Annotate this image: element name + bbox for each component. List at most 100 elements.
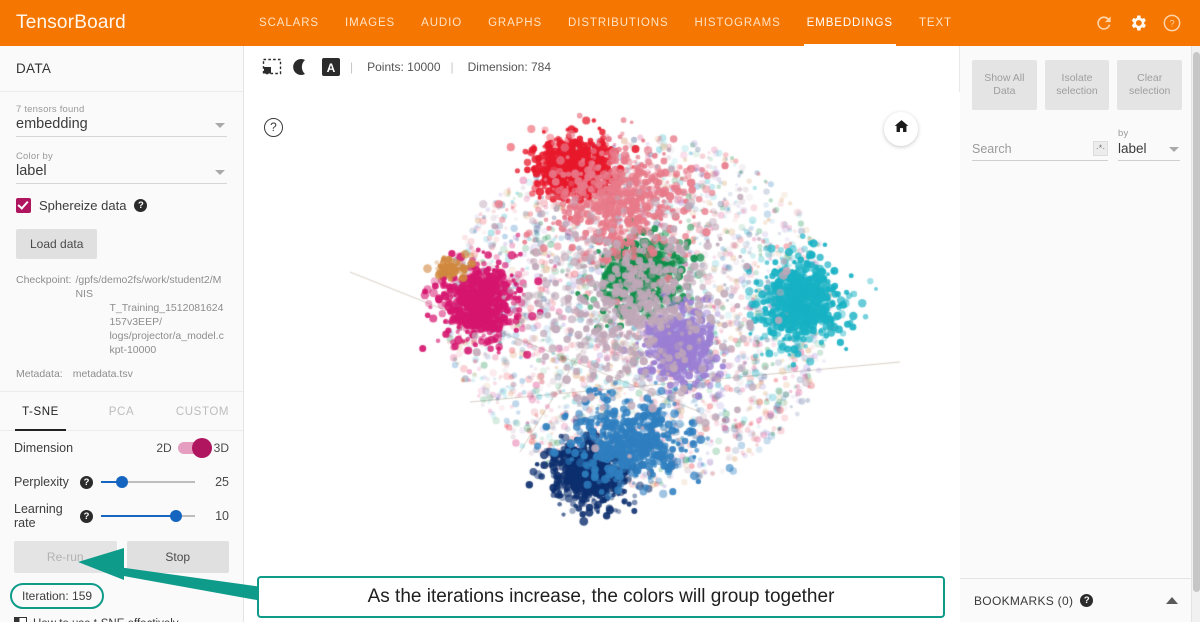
app-brand-title: TensorBoard <box>16 12 126 33</box>
help-icon[interactable]: ? <box>134 199 148 212</box>
search-by-block: by label <box>1118 128 1180 161</box>
top-app-bar: TensorBoard SCALARS IMAGES AUDIO GRAPHS DIST… <box>0 0 1200 46</box>
viz-toolbar: A | Points: 10000 | Dimension: 784 <box>244 46 959 78</box>
annotation-callout: As the iterations increase, the colors w… <box>257 576 945 618</box>
data-section-header: DATA <box>0 46 243 92</box>
bookmarks-bar[interactable]: BOOKMARKS (0) ? <box>960 578 1192 622</box>
projection-tabs: T-SNE PCA CUSTOM <box>0 391 243 431</box>
iteration-counter: Iteration: 159 <box>10 583 105 609</box>
lasso-select-icon[interactable] <box>262 57 282 77</box>
nav-tab-histograms[interactable]: HISTOGRAMS <box>682 0 794 46</box>
nav-tab-text[interactable]: TEXT <box>906 0 965 46</box>
color-by-select[interactable]: label <box>16 163 227 184</box>
sphereize-row: Sphereize data ? <box>16 198 227 213</box>
dimension-toggle[interactable] <box>177 438 212 458</box>
embedding-scatter-plot[interactable] <box>244 92 960 622</box>
page-scrollbar[interactable] <box>1191 46 1200 622</box>
tensors-found-label: 7 tensors found <box>16 104 85 115</box>
nav-tab-distributions[interactable]: DISTRIBUTIONS <box>555 0 682 46</box>
show-all-data-button[interactable]: Show All Data <box>972 60 1037 110</box>
chevron-up-icon[interactable] <box>1166 597 1178 604</box>
visualization-panel: A | Points: 10000 | Dimension: 784 ? <box>244 46 960 622</box>
color-by-label: Color by <box>16 151 53 162</box>
perplexity-label: Perplexity <box>14 475 69 489</box>
home-icon <box>893 118 910 140</box>
search-input[interactable] <box>972 141 1093 156</box>
sphereize-checkbox[interactable] <box>16 198 31 213</box>
load-data-button[interactable]: Load data <box>16 229 98 259</box>
checkpoint-key: Checkpoint: <box>16 274 72 286</box>
howto-tsne-link[interactable]: How to use t-SNE effectively. <box>33 618 181 622</box>
nav-tab-scalars[interactable]: SCALARS <box>246 0 332 46</box>
nav-tab-audio[interactable]: AUDIO <box>408 0 475 46</box>
book-icon <box>14 617 27 622</box>
chevron-down-icon <box>215 170 225 175</box>
metadata-key: Metadata: <box>16 368 63 380</box>
search-field[interactable]: ·*· <box>972 141 1108 161</box>
help-icon[interactable]: ? <box>80 509 93 523</box>
gear-icon[interactable] <box>1128 13 1148 33</box>
dimension-count-text: Dimension: 784 <box>467 60 552 74</box>
rerun-button[interactable]: Re-run <box>14 541 117 573</box>
viz-help-icon[interactable]: ? <box>264 118 283 137</box>
points-count-text: Points: 10000 <box>367 60 441 74</box>
learning-rate-value: 10 <box>215 509 229 523</box>
main-nav-tabs: SCALARS IMAGES AUDIO GRAPHS DISTRIBUTIONS HIS… <box>246 0 1094 46</box>
clear-selection-button[interactable]: Clear selection <box>1117 60 1183 110</box>
tensor-select-value: embedding <box>16 116 88 132</box>
nav-tab-graphs[interactable]: GRAPHS <box>475 0 555 46</box>
dimension-control: Dimension 2D 3D <box>0 431 243 465</box>
chevron-down-icon <box>1169 147 1179 152</box>
bookmarks-label: BOOKMARKS (0) <box>974 593 1074 608</box>
search-by-label: by <box>1118 128 1129 139</box>
checkpoint-metadata: Checkpoint: /gpfs/demo2fs/work/student2/… <box>16 273 227 381</box>
tsne-action-buttons: Re-run Stop <box>0 533 243 573</box>
search-by-value: label <box>1118 141 1147 156</box>
dimension-label: Dimension <box>14 441 74 455</box>
checkpoint-value: /gpfs/demo2fs/work/student2/MNIS T_Train… <box>75 274 224 356</box>
scatter-canvas-area[interactable]: ? <box>244 92 960 622</box>
stop-button[interactable]: Stop <box>126 541 229 573</box>
nav-tab-embeddings[interactable]: EMBEDDINGS <box>794 0 906 46</box>
learning-rate-slider[interactable] <box>101 509 195 523</box>
scrollbar-thumb[interactable] <box>1193 52 1200 592</box>
sphereize-label: Sphereize data <box>39 198 127 213</box>
nav-tab-images[interactable]: IMAGES <box>332 0 408 46</box>
top-bar-icons: ? <box>1094 13 1182 33</box>
search-by-select[interactable]: label <box>1118 141 1180 161</box>
projection-tab-custom[interactable]: CUSTOM <box>162 392 243 430</box>
help-icon[interactable]: ? <box>1162 13 1182 33</box>
search-row: ·*· by label <box>960 110 1192 161</box>
right-panel: Show All Data Isolate selection Clear selecti… <box>960 46 1192 622</box>
slider-knob[interactable] <box>170 510 183 522</box>
label-mode-icon[interactable]: A <box>322 58 340 76</box>
svg-text:?: ? <box>1169 19 1174 30</box>
refresh-icon[interactable] <box>1094 13 1114 33</box>
reset-view-home-button[interactable] <box>884 112 918 146</box>
left-sidebar: DATA 7 tensors found embedding Color by … <box>0 46 244 622</box>
isolate-selection-button[interactable]: Isolate selection <box>1044 60 1110 110</box>
night-mode-icon[interactable] <box>292 57 312 77</box>
learning-rate-label: Learning rate <box>14 502 63 530</box>
slider-knob[interactable] <box>115 476 128 488</box>
projection-tab-pca[interactable]: PCA <box>81 392 162 430</box>
tensor-select[interactable]: embedding <box>16 116 227 137</box>
toolbar-separator-1: | <box>350 60 354 74</box>
perplexity-slider[interactable] <box>101 475 195 489</box>
chevron-down-icon <box>215 123 225 128</box>
perplexity-control: Perplexity ? 25 <box>0 465 243 499</box>
dimension-2d-label[interactable]: 2D <box>156 441 171 455</box>
perplexity-value: 25 <box>215 475 229 489</box>
dimension-3d-label[interactable]: 3D <box>214 441 229 455</box>
regex-toggle-icon[interactable]: ·*· <box>1093 141 1108 156</box>
help-icon[interactable]: ? <box>1080 594 1094 607</box>
color-by-value: label <box>16 163 47 179</box>
howto-row: How to use t-SNE effectively. <box>0 609 243 622</box>
toggle-knob <box>191 438 212 458</box>
projection-tab-t-sne[interactable]: T-SNE <box>0 392 81 431</box>
learning-rate-control: Learning rate ? 10 <box>0 499 243 533</box>
metadata-value: metadata.tsv <box>72 368 133 380</box>
help-icon[interactable]: ? <box>80 475 93 489</box>
selection-buttons: Show All Data Isolate selection Clear selecti… <box>960 46 1192 110</box>
slider-fill <box>101 515 177 517</box>
